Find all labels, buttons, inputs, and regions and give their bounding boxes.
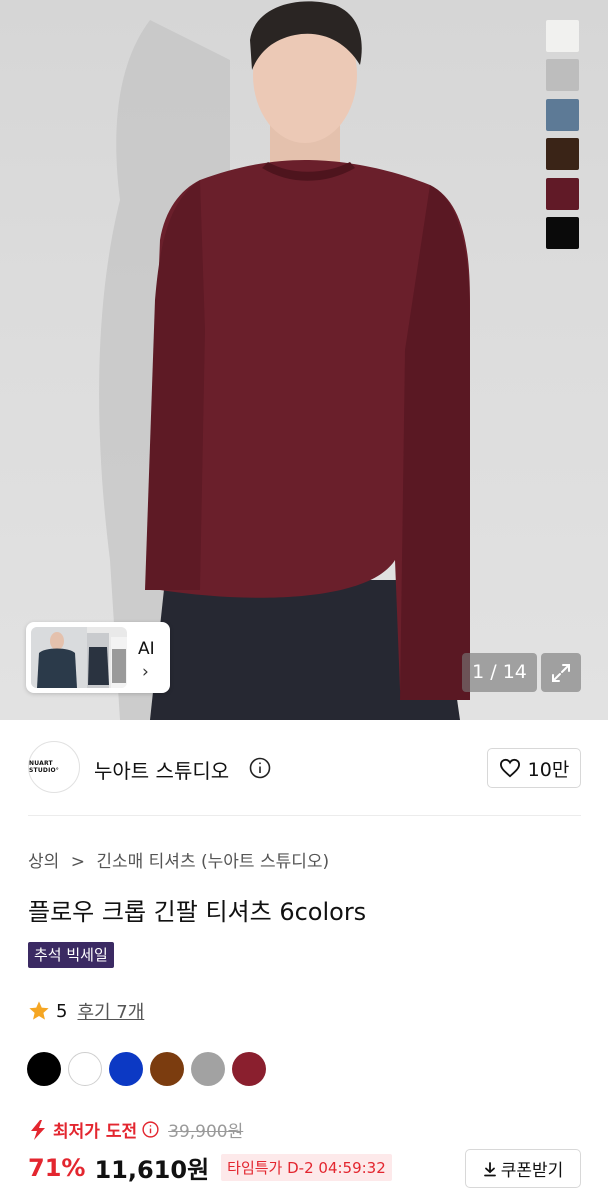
original-price: 39,900원 — [168, 1122, 244, 1142]
like-button[interactable]: 10만 — [487, 748, 581, 788]
ai-label: AI — [138, 639, 155, 659]
breadcrumb-category[interactable]: 상의 — [28, 852, 59, 872]
product-photo — [99, 1, 470, 720]
lightning-icon — [31, 1119, 45, 1140]
rating-row: 5 후기 7개 — [28, 998, 144, 1024]
lowest-price-label: 최저가 도전 — [53, 1122, 138, 1142]
color-option[interactable] — [191, 1052, 225, 1086]
color-swatch[interactable] — [546, 138, 579, 171]
heart-icon — [499, 758, 520, 778]
like-count: 10만 — [527, 758, 570, 781]
image-counter: 1 / 14 — [462, 653, 537, 692]
color-swatch[interactable] — [546, 20, 579, 52]
ai-style-thumbnail[interactable]: AI › — [26, 622, 170, 693]
product-image-gallery[interactable]: AI › 1 / 14 — [0, 0, 608, 720]
time-sale-timer: 타임특가 D-2 04:59:32 — [221, 1154, 392, 1181]
download-icon — [483, 1161, 496, 1176]
info-icon[interactable] — [142, 1121, 159, 1138]
color-option[interactable] — [150, 1052, 184, 1086]
color-swatch[interactable] — [546, 98, 579, 131]
expand-button[interactable] — [541, 653, 581, 692]
color-swatch[interactable] — [546, 177, 579, 210]
color-swatch[interactable] — [546, 216, 579, 249]
coupon-button[interactable]: 쿠폰받기 — [465, 1149, 581, 1188]
color-option[interactable] — [27, 1052, 61, 1086]
product-title: 플로우 크롭 긴팔 티셔츠 6colors — [28, 898, 367, 926]
brand-logo-text: NUART STUDIO° — [29, 760, 59, 774]
review-link[interactable]: 후기 7개 — [77, 998, 144, 1024]
color-swatch[interactable] — [546, 59, 579, 92]
star-icon — [29, 1001, 49, 1020]
breadcrumb-subcategory[interactable]: 긴소매 티셔츠 (누아트 스튜디오) — [96, 852, 329, 872]
color-option[interactable] — [109, 1052, 143, 1086]
chevron-right-icon: › — [142, 662, 149, 682]
color-swatch-column — [546, 20, 579, 256]
coupon-label: 쿠폰받기 — [500, 1161, 564, 1181]
sale-badge: 추석 빅세일 — [28, 942, 114, 968]
breadcrumb: 상의 > 긴소매 티셔츠 (누아트 스튜디오) — [28, 847, 335, 872]
color-options — [27, 1052, 266, 1086]
color-option[interactable] — [232, 1052, 266, 1086]
breadcrumb-separator: > — [70, 852, 85, 872]
lowest-price-row: 최저가 도전 39,900원 — [28, 1117, 243, 1142]
expand-icon — [552, 663, 570, 682]
sale-price: 11,610원 — [94, 1156, 210, 1184]
rating-score: 5 — [56, 1000, 68, 1022]
divider — [28, 815, 581, 816]
ai-thumbnail-image — [31, 627, 127, 688]
brand-logo[interactable]: NUART STUDIO° — [28, 741, 80, 793]
discount-rate: 71% — [28, 1153, 86, 1182]
brand-name[interactable]: 누아트 스튜디오 — [94, 755, 229, 784]
color-option[interactable] — [68, 1052, 102, 1086]
info-icon[interactable] — [249, 757, 271, 779]
price-row: 71% 11,610원 타임특가 D-2 04:59:32 — [28, 1150, 392, 1185]
